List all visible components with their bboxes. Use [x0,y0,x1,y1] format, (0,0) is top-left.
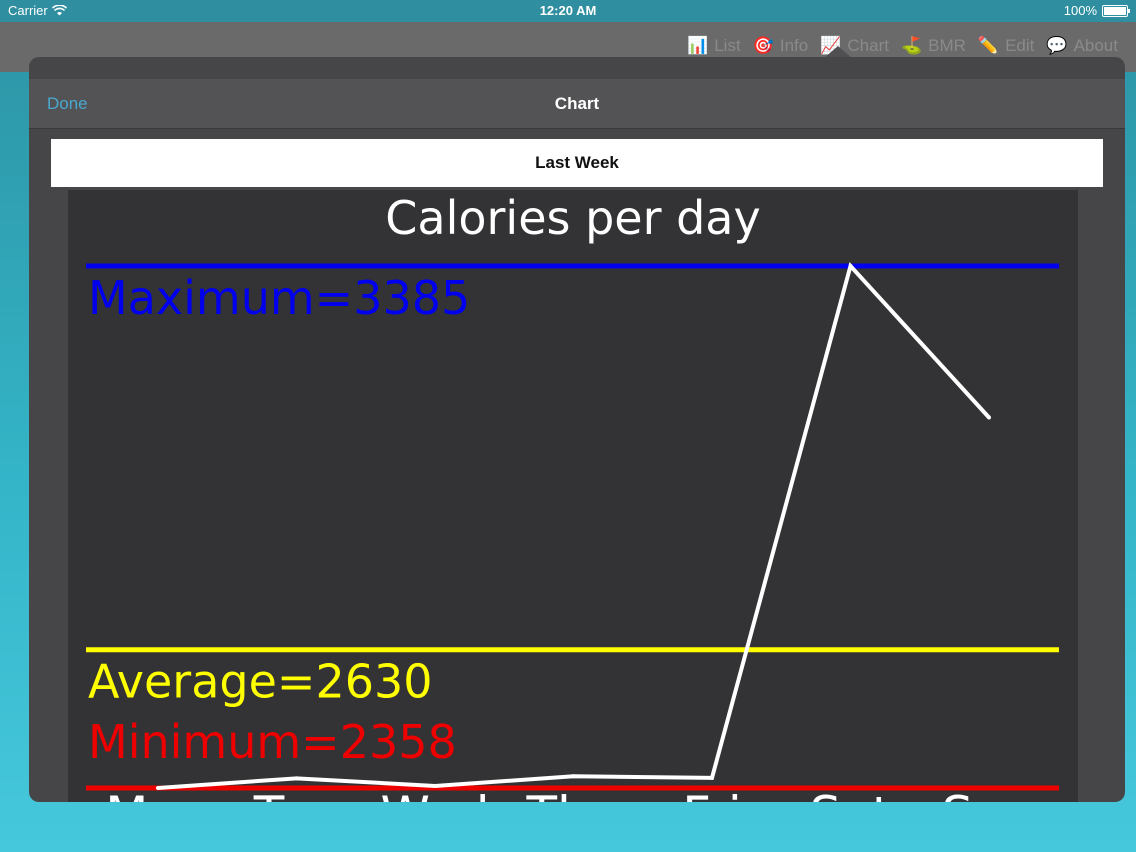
toolbar-item-label: About [1073,36,1118,55]
status-bar: Carrier 12:20 AM 100% [0,0,1136,22]
toolbar-item-about[interactable]: 💬 About [1046,36,1118,56]
data-point-1 [294,776,299,781]
data-point-5 [848,264,853,268]
data-point-3 [571,774,576,779]
toolbar-item-label: BMR [928,36,966,55]
calories-chart: Calories per day Maximum=3385 Average=2630… [86,191,1059,802]
toolbar-item-label: Info [779,36,809,55]
battery-indicator: 100% [1063,3,1130,18]
x-tick-label-sun: Sun [941,786,1036,802]
reference-label-2: Minimum=2358 [88,715,457,769]
toolbar-item-list[interactable]: 📊 List [687,36,741,56]
toolbar-item-info[interactable]: 🎯 Info [753,36,809,56]
toolbar-item-bmr[interactable]: ⛳ BMR [901,36,966,56]
x-tick-label-thu: Thu [526,786,621,802]
period-selector[interactable]: Last Week [51,139,1103,187]
popover-nav-bar: Done Chart [29,79,1125,129]
popover-title: Chart [554,94,600,113]
toolbar-items: 📊 List 🎯 Info 📈 Chart ⛳ BMR ✏️ Edit 💬 About [687,36,1118,56]
toolbar-item-label: Edit [1005,36,1035,55]
data-point-6 [987,415,991,420]
battery-label: 100% [1063,3,1097,18]
x-tick-label-wed: Wed [380,786,489,802]
chart-popover: Done Chart Last Week Calories per day Max… [29,57,1125,802]
toolbar-item-label: List [714,36,741,55]
toolbar-item-label: Chart [847,36,889,55]
battery-icon [1102,4,1130,17]
chart-title: Calories per day [385,191,760,245]
speech-bubble-icon: 💬 [1046,36,1068,55]
data-point-4 [710,775,714,780]
bar-chart-icon: 📊 [687,36,709,55]
x-tick-label-sat: Sat [810,786,892,802]
target-icon: 🎯 [752,36,774,55]
chart-panel: Calories per day Maximum=3385 Average=2630… [68,190,1078,802]
x-tick-label-fri: Fri [682,786,742,802]
reference-label-1: Average=2630 [88,655,433,709]
toolbar-item-edit[interactable]: ✏️ Edit [978,36,1034,56]
x-tick-label-tue: Tue [253,786,339,802]
golf-icon: ⛳ [900,36,923,55]
series-line-0 [157,261,991,790]
reference-label-0: Maximum=3385 [88,271,470,325]
pencil-icon: ✏️ [977,36,1000,55]
x-tick-label-mon: Mon [105,786,210,802]
period-selector-label: Last Week [535,153,619,172]
status-time: 12:20 AM [539,3,597,18]
